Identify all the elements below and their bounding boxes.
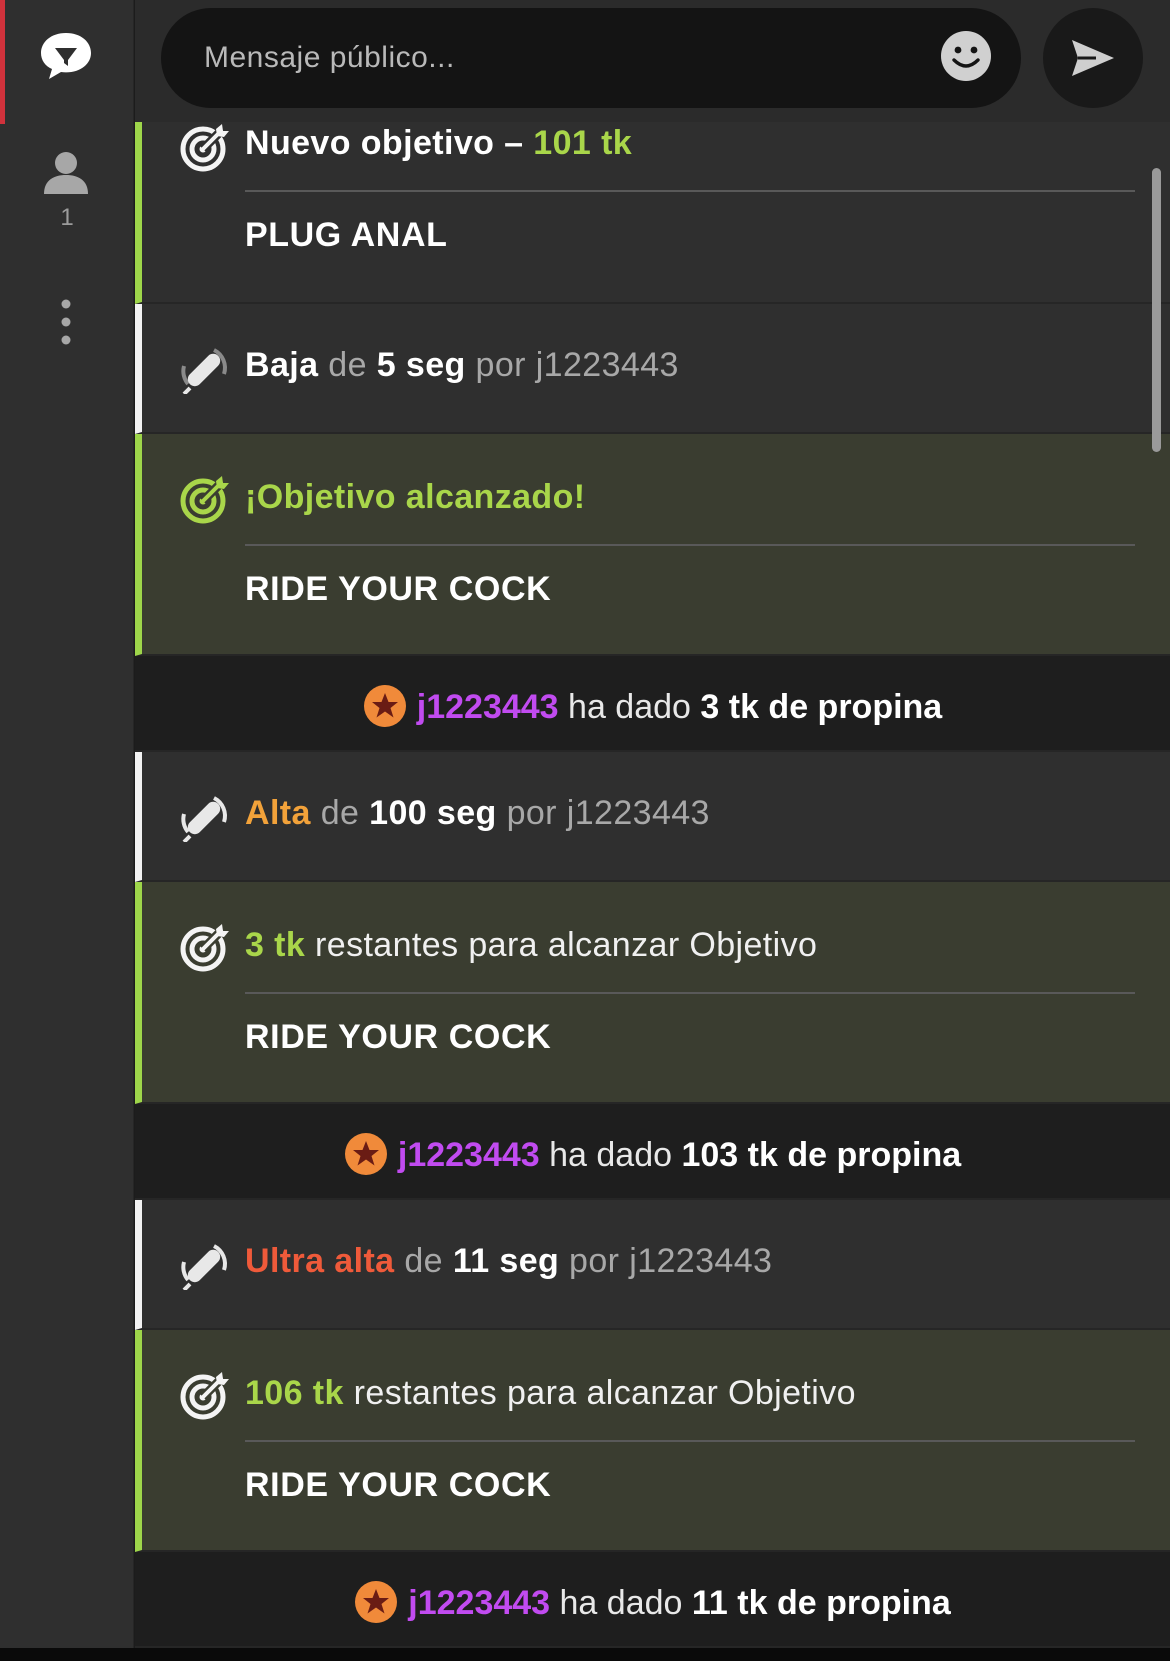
vibration-icon: [180, 1240, 230, 1292]
goal-label: RIDE YOUR COCK: [245, 570, 552, 608]
vibration-text: Ultra alta de 11 seg por j1223443: [245, 1242, 773, 1280]
goal-reached-message: ¡Objetivo alcanzado! RIDE YOUR COCK: [135, 434, 1170, 656]
send-button[interactable]: [1043, 8, 1143, 108]
tipper-username[interactable]: j1223443: [417, 688, 559, 726]
tipper-username[interactable]: j1223443: [398, 1136, 540, 1174]
send-icon: [1072, 40, 1114, 76]
goal-progress-text: 106 tk restantes para alcanzar Objetivo: [245, 1374, 856, 1412]
chat-feed: Nuevo objetivo – 101 tk PLUG ANAL Baja d…: [135, 122, 1170, 1648]
vibration-text: Baja de 5 seg por j1223443: [245, 346, 679, 384]
vibration-icon: [180, 344, 230, 396]
emoji-icon[interactable]: [940, 30, 992, 82]
tip-message: j1223443 ha dado 103 tk de propina: [135, 1104, 1170, 1200]
public-message-input[interactable]: [161, 8, 1021, 108]
target-icon: [180, 922, 230, 972]
vibration-icon: [180, 792, 230, 844]
more-vertical-icon[interactable]: [55, 298, 77, 346]
goal-reached-title: ¡Objetivo alcanzado!: [245, 478, 586, 516]
tipper-username[interactable]: j1223443: [408, 1584, 550, 1622]
vibration-message: Ultra alta de 11 seg por j1223443: [135, 1200, 1170, 1330]
tip-message: j1223443 ha dado 3 tk de propina: [135, 656, 1170, 752]
vibration-message: Alta de 100 seg por j1223443: [135, 752, 1170, 882]
user-count: 1: [60, 204, 74, 231]
target-icon: [180, 122, 230, 172]
star-badge-icon: [354, 1580, 398, 1624]
tip-text: j1223443 ha dado 3 tk de propina: [135, 684, 1170, 728]
active-indicator: [0, 0, 5, 124]
tip-text: j1223443 ha dado 103 tk de propina: [135, 1132, 1170, 1176]
feed-scrollbar[interactable]: [1152, 168, 1161, 452]
goal-progress-message: 106 tk restantes para alcanzar Objetivo …: [135, 1330, 1170, 1552]
goal-label: RIDE YOUR COCK: [245, 1018, 552, 1056]
target-icon: [180, 1370, 230, 1420]
goal-label: RIDE YOUR COCK: [245, 1466, 552, 1504]
user-icon[interactable]: [42, 148, 90, 196]
goal-label: PLUG ANAL: [245, 216, 448, 254]
bottom-edge: [0, 1648, 1170, 1661]
tip-message: j1223443 ha dado 11 tk de propina: [135, 1552, 1170, 1648]
star-badge-icon: [344, 1132, 388, 1176]
chat-bubble-icon[interactable]: [38, 30, 94, 82]
divider: [245, 992, 1135, 994]
new-goal-message: Nuevo objetivo – 101 tk PLUG ANAL: [135, 122, 1170, 304]
new-goal-text: Nuevo objetivo – 101 tk: [245, 124, 633, 162]
divider: [245, 544, 1135, 546]
divider: [245, 190, 1135, 192]
tip-text: j1223443 ha dado 11 tk de propina: [135, 1580, 1170, 1624]
side-rail: 1: [0, 0, 134, 1648]
target-icon: [180, 474, 230, 524]
star-badge-icon: [363, 684, 407, 728]
vibration-message: Baja de 5 seg por j1223443: [135, 304, 1170, 434]
goal-progress-message: 3 tk restantes para alcanzar Objetivo RI…: [135, 882, 1170, 1104]
goal-progress-text: 3 tk restantes para alcanzar Objetivo: [245, 926, 818, 964]
vibration-text: Alta de 100 seg por j1223443: [245, 794, 710, 832]
divider: [245, 1440, 1135, 1442]
